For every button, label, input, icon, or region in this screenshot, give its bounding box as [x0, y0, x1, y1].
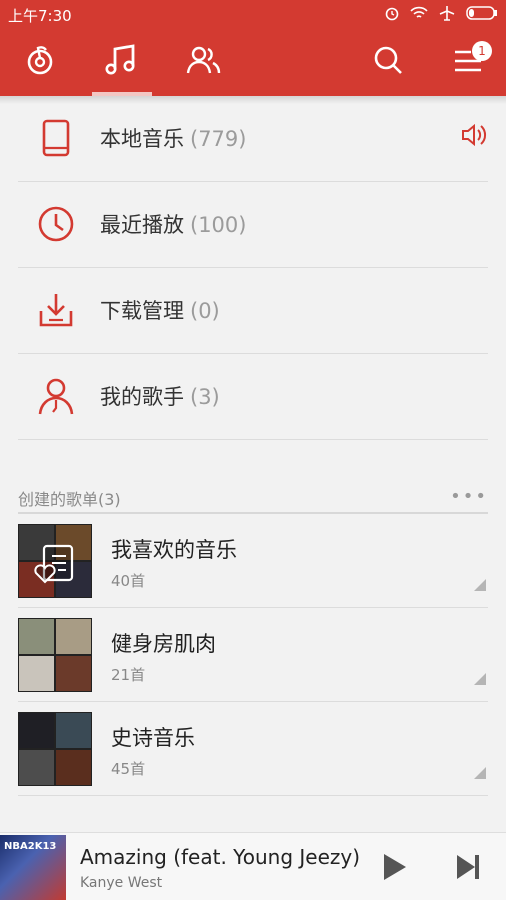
next-button[interactable] — [452, 851, 484, 883]
song-artist: Kanye West — [80, 875, 163, 891]
play-icon — [384, 854, 406, 880]
netease-logo-icon[interactable] — [20, 40, 60, 80]
playlist-name: 健身房肌肉 — [111, 632, 216, 656]
more-options-icon[interactable]: ••• — [450, 486, 488, 507]
song-title: Amazing (feat. Young Jeezy) — [80, 845, 361, 869]
playlist-item[interactable]: 健身房肌肉 21首 — [18, 608, 488, 702]
airplane-icon — [439, 6, 455, 21]
row-download-manager[interactable]: 下载管理 (0) — [18, 268, 488, 354]
row-count: (100) — [190, 213, 247, 237]
download-icon — [36, 290, 76, 330]
album-art-text: NBA2K13 — [4, 841, 57, 852]
corner-triangle-icon — [474, 579, 486, 591]
status-bar: 上午7:30 — [0, 0, 506, 28]
wifi-icon — [410, 6, 428, 18]
notification-badge: 1 — [472, 41, 492, 61]
playlist-name: 史诗音乐 — [111, 726, 195, 750]
row-label: 最近播放 — [100, 213, 184, 237]
corner-triangle-icon — [474, 767, 486, 779]
top-bar: 上午7:30 1 — [0, 0, 506, 96]
status-icons — [384, 5, 498, 21]
next-icon — [457, 855, 479, 879]
now-playing-bar[interactable]: NBA2K13 Amazing (feat. Young Jeezy) Kany… — [0, 832, 506, 900]
row-my-artists[interactable]: 我的歌手 (3) — [18, 354, 488, 440]
row-label: 我的歌手 — [100, 385, 184, 409]
playlist-count: 21首 — [111, 666, 146, 684]
speaker-icon — [460, 122, 488, 152]
playlist-item[interactable]: 我喜欢的音乐 40首 — [18, 514, 488, 608]
battery-icon — [466, 6, 497, 20]
phone-icon — [36, 118, 76, 158]
search-icon[interactable] — [368, 40, 408, 80]
created-playlists-header: 创建的歌单(3) ••• — [18, 482, 488, 514]
playlist-count: 40首 — [111, 572, 146, 590]
corner-triangle-icon — [474, 673, 486, 685]
status-time: 上午7:30 — [8, 7, 72, 25]
row-count: (0) — [190, 299, 220, 323]
heart-list-icon — [34, 544, 74, 584]
playlist-name: 我喜欢的音乐 — [111, 538, 237, 562]
music-note-icon[interactable] — [102, 40, 142, 80]
playlist-item[interactable]: 史诗音乐 45首 — [18, 702, 488, 796]
playlist-cover — [18, 618, 92, 692]
clock-icon — [36, 204, 76, 244]
section-title: 创建的歌单(3) — [18, 490, 121, 509]
friends-icon[interactable] — [184, 40, 224, 80]
row-label: 本地音乐 — [100, 127, 184, 151]
play-button[interactable] — [378, 851, 410, 883]
row-count: (779) — [190, 127, 247, 151]
playlist-count: 45首 — [111, 760, 146, 778]
row-count: (3) — [190, 385, 220, 409]
row-recent-plays[interactable]: 最近播放 (100) — [18, 182, 488, 268]
playlist-cover — [18, 712, 92, 786]
row-local-music[interactable]: 本地音乐 (779) — [18, 96, 488, 182]
album-art[interactable]: NBA2K13 — [0, 835, 66, 900]
artist-icon — [36, 376, 76, 416]
alarm-icon — [385, 7, 399, 21]
row-label: 下载管理 — [100, 299, 184, 323]
